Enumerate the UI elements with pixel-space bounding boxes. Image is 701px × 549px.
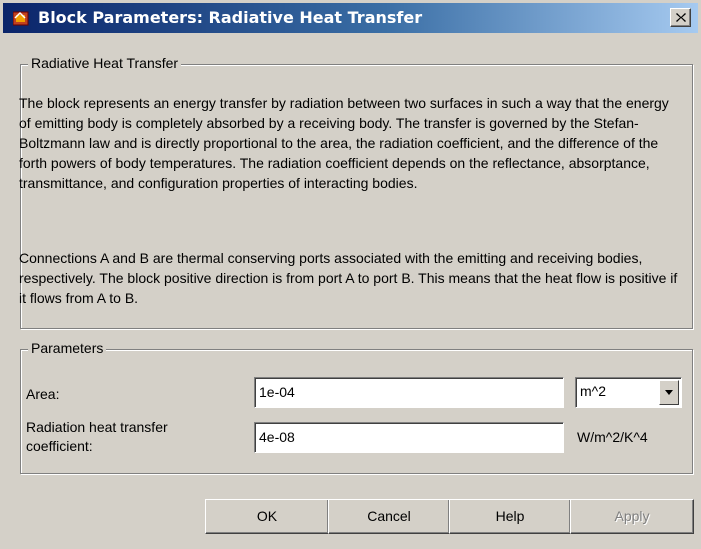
area-unit-value: m^2 bbox=[580, 383, 607, 399]
area-unit-select[interactable]: m^2 bbox=[575, 377, 682, 408]
apply-button[interactable]: Apply bbox=[570, 499, 694, 534]
parameters-group-title: Parameters bbox=[28, 340, 107, 356]
chevron-down-icon bbox=[665, 390, 673, 395]
parameters-group: Parameters bbox=[20, 340, 693, 474]
close-icon bbox=[676, 13, 686, 22]
ok-button[interactable]: OK bbox=[205, 499, 329, 534]
window-title: Block Parameters: Radiative Heat Transfe… bbox=[38, 8, 423, 27]
area-unit-dropdown-button[interactable] bbox=[659, 380, 679, 405]
title-bar[interactable]: Block Parameters: Radiative Heat Transfe… bbox=[3, 3, 698, 33]
cancel-button[interactable]: Cancel bbox=[328, 499, 450, 534]
dialog-window: Block Parameters: Radiative Heat Transfe… bbox=[0, 0, 701, 549]
area-label: Area: bbox=[26, 386, 60, 402]
coefficient-label-line1: Radiation heat transfer bbox=[26, 419, 168, 435]
description-group-title: Radiative Heat Transfer bbox=[28, 55, 182, 71]
coefficient-unit: W/m^2/K^4 bbox=[577, 429, 648, 445]
help-button[interactable]: Help bbox=[449, 499, 571, 534]
area-input[interactable]: 1e-04 bbox=[254, 377, 564, 408]
description-paragraph-2: Connections A and B are thermal conservi… bbox=[19, 250, 678, 306]
coefficient-input[interactable]: 4e-08 bbox=[254, 422, 564, 453]
close-button[interactable] bbox=[670, 8, 691, 27]
description-paragraph-1: The block represents an energy transfer … bbox=[19, 95, 669, 191]
coefficient-label-line2: coefficient: bbox=[26, 438, 93, 454]
simulink-block-icon bbox=[12, 10, 30, 27]
